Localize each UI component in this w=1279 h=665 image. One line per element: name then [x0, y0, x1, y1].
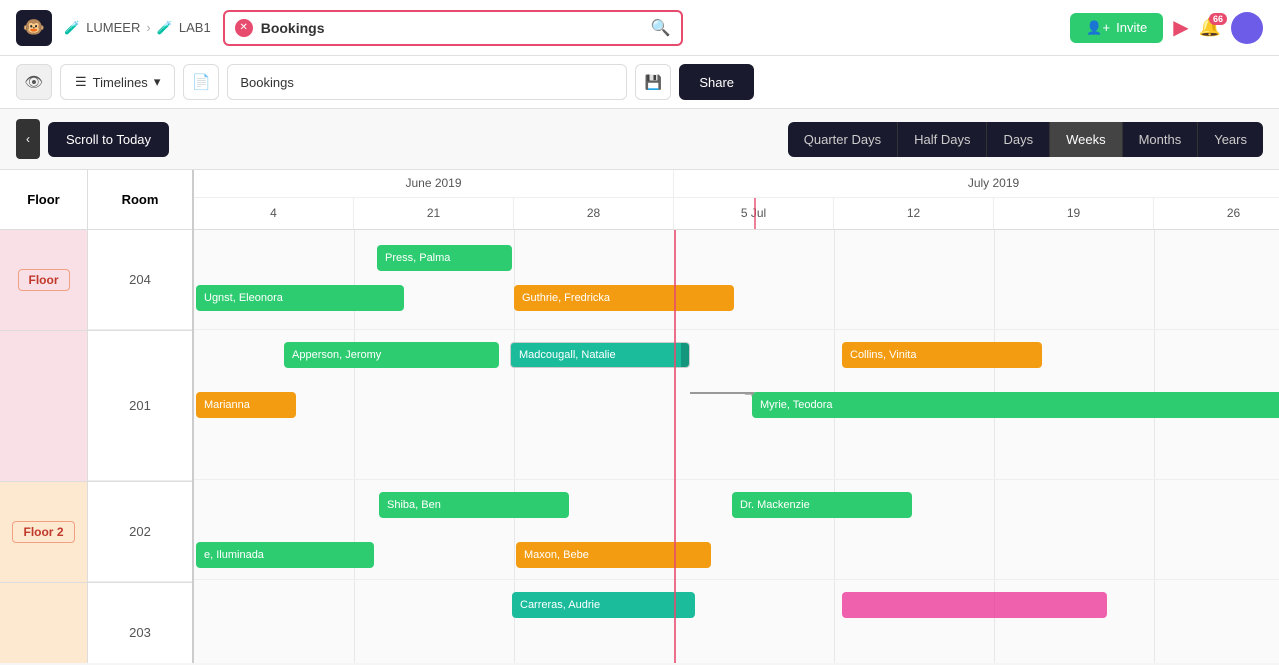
scale-years[interactable]: Years — [1198, 122, 1263, 157]
breadcrumb-chevron: › — [146, 20, 150, 35]
week-12: 12 — [834, 198, 994, 229]
search-button[interactable]: 🔍 — [651, 18, 671, 38]
collapse-button[interactable]: ‹ — [16, 119, 40, 159]
menu-icon: ☰ — [75, 74, 87, 90]
app-logo[interactable]: 🐵 — [16, 10, 52, 46]
invite-label: Invite — [1116, 20, 1147, 35]
scale-months[interactable]: Months — [1123, 122, 1199, 157]
booking-shiba-ben[interactable]: Shiba, Ben — [379, 492, 569, 518]
left-row-groups: Floor 204 201 Floor 2 202 — [0, 230, 192, 663]
breadcrumb: 🧪 LUMEER › 🧪 LAB1 — [64, 20, 211, 36]
invite-icon: 👤+ — [1086, 20, 1110, 36]
june-label: June 2019 — [194, 170, 674, 197]
week-28: 28 — [514, 198, 674, 229]
eye-view-button[interactable]: 👁 — [16, 64, 52, 100]
document-button[interactable]: 📄 — [183, 64, 219, 100]
floor2-202-cell: Floor 2 — [0, 482, 88, 582]
chevron-down-icon: ▾ — [154, 74, 161, 90]
timeline-row-202: Shiba, Ben Dr. Mackenzie e, Iluminada Ma… — [194, 480, 1279, 580]
room-203-cell[interactable]: 203 — [88, 583, 192, 663]
notification-button[interactable]: 🔔 66 — [1199, 17, 1221, 38]
workspace-icon: 🧪 — [64, 20, 80, 36]
floor1-cell: Floor — [0, 230, 88, 330]
toolbar: 👁 ☰ Timelines ▾ 📄 💾 Share — [0, 56, 1279, 109]
bookings-icon: ✕ — [235, 19, 253, 37]
arrow-connector — [690, 392, 754, 394]
timelines-dropdown[interactable]: ☰ Timelines ▾ — [60, 64, 175, 100]
booking-guthrie-fredricka[interactable]: Guthrie, Fredricka — [514, 285, 734, 311]
scale-days[interactable]: Days — [987, 122, 1050, 157]
booking-press-palma[interactable]: Press, Palma — [377, 245, 512, 271]
timeline-area[interactable]: June 2019 July 2019 4 21 28 5 Jul 12 19 … — [194, 170, 1279, 663]
july-label: July 2019 — [674, 170, 1279, 197]
scale-weeks[interactable]: Weeks — [1050, 122, 1123, 157]
column-headers: Floor Room — [0, 170, 192, 230]
project-label[interactable]: LAB1 — [179, 20, 211, 35]
invite-button[interactable]: 👤+ Invite — [1070, 13, 1163, 43]
scroll-today-button[interactable]: Scroll to Today — [48, 122, 169, 157]
booking-ugnst-eleonora[interactable]: Ugnst, Eleonora — [196, 285, 404, 311]
floor1-204-row: Floor 204 — [0, 230, 192, 331]
floor-column-header: Floor — [0, 170, 88, 229]
time-scale-group: Quarter Days Half Days Days Weeks Months… — [788, 122, 1263, 157]
month-row: June 2019 July 2019 — [194, 170, 1279, 198]
header-right: 👤+ Invite ▶ 🔔 66 — [1070, 12, 1263, 44]
booking-marianna[interactable]: Marianna — [196, 392, 296, 418]
week-5jul: 5 Jul — [674, 198, 834, 229]
floor2-203-row: 203 — [0, 583, 192, 663]
notification-badge: 66 — [1209, 13, 1227, 25]
save-button[interactable]: 💾 — [635, 64, 671, 100]
room-202-cell[interactable]: 202 — [88, 482, 192, 582]
booking-pink-203[interactable] — [842, 592, 1107, 618]
today-vline — [674, 230, 676, 663]
booking-madcougall-natalie[interactable]: Madcougall, Natalie — [510, 342, 690, 368]
timeline-controls: ‹ Scroll to Today Quarter Days Half Days… — [0, 109, 1279, 170]
share-button[interactable]: Share — [679, 64, 754, 100]
week-4: 4 — [194, 198, 354, 229]
search-input[interactable] — [261, 20, 643, 36]
scale-quarter-days[interactable]: Quarter Days — [788, 122, 898, 157]
scale-half-days[interactable]: Half Days — [898, 122, 987, 157]
timeline-rows: Press, Palma Ugnst, Eleonora Guthrie, Fr… — [194, 230, 1279, 663]
floor2-badge[interactable]: Floor 2 — [12, 521, 74, 543]
top-header: 🐵 🧪 LUMEER › 🧪 LAB1 ✕ 🔍 👤+ Invite ▶ 🔔 66 — [0, 0, 1279, 56]
timeline-row-201: Apperson, Jeromy Madcougall, Natalie Col… — [194, 330, 1279, 480]
left-columns: Floor Room Floor 204 201 — [0, 170, 194, 663]
booking-carreras-audrie[interactable]: Carreras, Audrie — [512, 592, 695, 618]
timeline-header: June 2019 July 2019 4 21 28 5 Jul 12 19 … — [194, 170, 1279, 230]
timeline-row-203: Carreras, Audrie — [194, 580, 1279, 663]
week-26: 26 — [1154, 198, 1279, 229]
week-19: 19 — [994, 198, 1154, 229]
room-column-header: Room — [88, 170, 192, 229]
booking-apperson-jeromy[interactable]: Apperson, Jeromy — [284, 342, 499, 368]
youtube-button[interactable]: ▶ — [1173, 15, 1188, 40]
floor2-203-cell — [0, 583, 88, 663]
week-row: 4 21 28 5 Jul 12 19 26 — [194, 198, 1279, 229]
workspace-label[interactable]: LUMEER — [86, 20, 140, 35]
floor2-202-row: Floor 2 202 — [0, 482, 192, 583]
calendar-body: Floor Room Floor 204 201 — [0, 170, 1279, 663]
floor1-badge[interactable]: Floor — [18, 269, 70, 291]
resize-handle[interactable] — [681, 343, 689, 367]
floor1-201-row: 201 — [0, 331, 192, 482]
user-avatar[interactable] — [1231, 12, 1263, 44]
booking-dr-mackenzie[interactable]: Dr. Mackenzie — [732, 492, 912, 518]
booking-collins-vinita[interactable]: Collins, Vinita — [842, 342, 1042, 368]
timeline-row-204: Press, Palma Ugnst, Eleonora Guthrie, Fr… — [194, 230, 1279, 330]
timelines-label: Timelines — [93, 75, 148, 90]
booking-maxon-bebe[interactable]: Maxon, Bebe — [516, 542, 711, 568]
room-201-cell[interactable]: 201 — [88, 331, 192, 481]
floor1-201-cell — [0, 331, 88, 481]
week-21: 21 — [354, 198, 514, 229]
project-icon: 🧪 — [157, 20, 173, 36]
room-204-cell[interactable]: 204 — [88, 230, 192, 330]
booking-iluminada[interactable]: e, Iluminada — [196, 542, 374, 568]
search-bar: ✕ 🔍 — [223, 10, 683, 46]
document-title-input[interactable] — [227, 64, 627, 100]
booking-myrie-teodora[interactable]: Myrie, Teodora — [752, 392, 1279, 418]
